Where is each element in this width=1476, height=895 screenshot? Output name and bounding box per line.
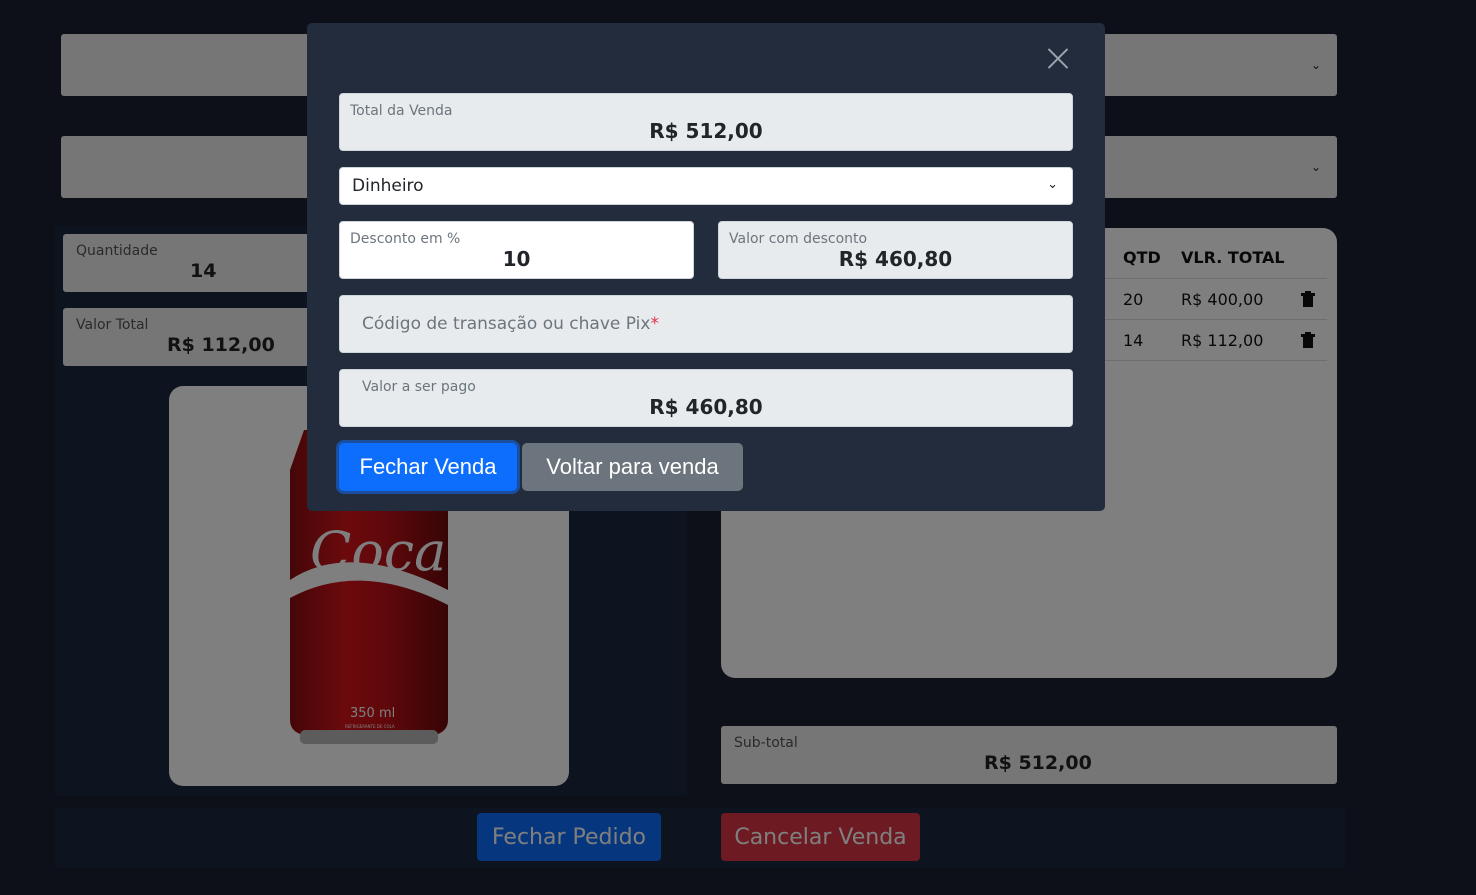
sale-total-label: Total da Venda [350,103,453,119]
discounted-value-label: Valor com desconto [729,231,868,247]
chevron-down-icon: ⌄ [1047,177,1058,192]
back-to-sale-button[interactable]: Voltar para venda [522,443,743,491]
discount-value: 10 [502,247,531,271]
close-sale-button[interactable]: Fechar Venda [339,443,517,491]
transaction-code-input[interactable]: Código de transação ou chave Pix* [339,295,1073,353]
payment-method-select[interactable]: Dinheiro ⌄ [339,167,1073,205]
amount-to-pay-label: Valor a ser pago [362,379,476,395]
discounted-value-field: Valor com desconto R$ 460,80 [718,221,1073,279]
discounted-value-amount: R$ 460,80 [838,247,953,271]
discount-label: Desconto em % [350,231,461,247]
close-icon[interactable] [1044,44,1072,72]
discount-input[interactable]: Desconto em % 10 [339,221,694,279]
required-mark: * [650,314,659,334]
sale-total-value: R$ 512,00 [649,119,763,143]
payment-method-value: Dinheiro [352,176,424,196]
amount-to-pay-field: Valor a ser pago R$ 460,80 [339,369,1073,427]
sale-total-field: Total da Venda R$ 512,00 [339,93,1073,151]
amount-to-pay-value: R$ 460,80 [649,395,763,419]
transaction-code-placeholder: Código de transação ou chave Pix [362,314,651,334]
